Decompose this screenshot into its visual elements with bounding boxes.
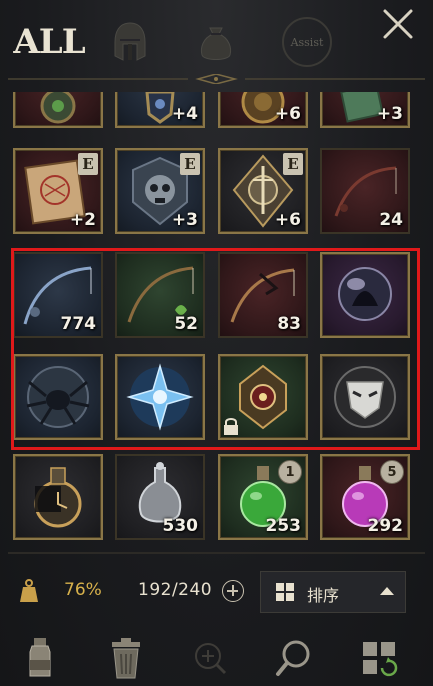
zoom-in-button[interactable] bbox=[190, 636, 230, 680]
item-count: +6 bbox=[274, 210, 301, 230]
item-count: 774 bbox=[60, 314, 97, 334]
inventory-grid: +4 +6 +3 E +2 E +3 E +6 24 774 52 83 530… bbox=[0, 92, 433, 548]
inventory-slot[interactable]: E +2 bbox=[13, 148, 103, 234]
potion-button[interactable] bbox=[20, 636, 60, 680]
spider-crest-icon bbox=[26, 366, 90, 428]
inventory-slot[interactable] bbox=[320, 354, 410, 440]
inventory-slot[interactable] bbox=[13, 454, 103, 540]
tab-all-label: ALL bbox=[13, 22, 85, 62]
money-bag-icon bbox=[200, 27, 232, 60]
helmet-icon bbox=[114, 22, 146, 61]
inventory-slot[interactable]: E +3 bbox=[115, 148, 205, 234]
grid-recycle-icon bbox=[363, 642, 398, 677]
status-divider bbox=[8, 552, 425, 554]
inventory-slot[interactable]: +4 bbox=[115, 92, 205, 128]
item-count: +3 bbox=[376, 104, 403, 124]
tab-equipment[interactable] bbox=[104, 14, 156, 70]
potion-bottle-icon bbox=[29, 638, 51, 677]
tab-assist[interactable]: Assist bbox=[272, 14, 342, 70]
inventory-slot[interactable] bbox=[13, 354, 103, 440]
weight-icon bbox=[20, 579, 38, 602]
item-count: +2 bbox=[69, 210, 96, 230]
emblem-icon bbox=[40, 92, 76, 124]
inventory-slot[interactable]: 5 292 bbox=[320, 454, 410, 540]
item-count: 530 bbox=[162, 516, 199, 536]
item-count: +3 bbox=[171, 210, 198, 230]
item-count: 292 bbox=[367, 516, 404, 536]
close-icon bbox=[383, 9, 413, 39]
clock-flask-icon bbox=[34, 467, 82, 528]
inventory-slot[interactable]: 774 bbox=[13, 252, 103, 338]
item-count: +4 bbox=[171, 104, 198, 124]
weight-percent: 76% bbox=[64, 580, 102, 600]
inventory-slot[interactable] bbox=[13, 92, 103, 128]
caret-up-icon bbox=[380, 587, 394, 595]
inventory-slot[interactable]: 52 bbox=[115, 252, 205, 338]
mask-crest-icon bbox=[334, 366, 396, 428]
close-button[interactable] bbox=[380, 6, 416, 42]
tab-materials[interactable] bbox=[190, 14, 242, 70]
inventory-slot[interactable]: 1 253 bbox=[218, 454, 308, 540]
item-count: +6 bbox=[274, 104, 301, 124]
sort-label: 排序 bbox=[307, 586, 340, 605]
bottom-toolbar bbox=[0, 630, 433, 686]
zoom-in-icon bbox=[195, 643, 227, 675]
item-count: 253 bbox=[265, 516, 302, 536]
inventory-slot[interactable] bbox=[320, 252, 410, 338]
lock-icon bbox=[224, 418, 238, 435]
inventory-slot[interactable]: 83 bbox=[218, 252, 308, 338]
grid-icon bbox=[276, 583, 294, 601]
tab-all[interactable]: ALL bbox=[13, 14, 85, 70]
item-count: 52 bbox=[174, 314, 198, 334]
trash-can-icon bbox=[112, 638, 140, 679]
trash-button[interactable] bbox=[106, 636, 146, 680]
magnifier-icon bbox=[276, 640, 310, 676]
auto-arrange-button[interactable] bbox=[360, 636, 400, 680]
sort-button[interactable]: 排序 bbox=[260, 571, 406, 613]
ice-crystal-icon bbox=[126, 363, 194, 431]
tab-assist-label: Assist bbox=[290, 35, 324, 49]
inventory-slot[interactable]: 530 bbox=[115, 454, 205, 540]
inventory-slot[interactable]: E +6 bbox=[218, 148, 308, 234]
inventory-capacity: 192/240 bbox=[138, 580, 213, 600]
item-count: 24 bbox=[379, 210, 403, 230]
item-count: 83 bbox=[277, 314, 301, 334]
inventory-slot[interactable]: +6 bbox=[218, 92, 308, 128]
quantity-badge: 5 bbox=[380, 460, 404, 484]
tab-divider bbox=[8, 74, 425, 84]
equipped-badge: E bbox=[180, 153, 200, 175]
assist-icon: Assist bbox=[282, 17, 332, 67]
expand-capacity-button[interactable] bbox=[222, 580, 244, 602]
tab-bar: ALL Assist bbox=[0, 0, 433, 92]
dark-orb-icon bbox=[338, 267, 392, 321]
inventory-slot[interactable] bbox=[218, 354, 308, 440]
quantity-badge: 1 bbox=[278, 460, 302, 484]
search-button[interactable] bbox=[274, 636, 314, 680]
inventory-slot[interactable] bbox=[115, 354, 205, 440]
inventory-slot[interactable]: 24 bbox=[320, 148, 410, 234]
equipped-badge: E bbox=[78, 153, 98, 175]
equipped-badge: E bbox=[283, 153, 303, 175]
inventory-slot[interactable]: +3 bbox=[320, 92, 410, 128]
